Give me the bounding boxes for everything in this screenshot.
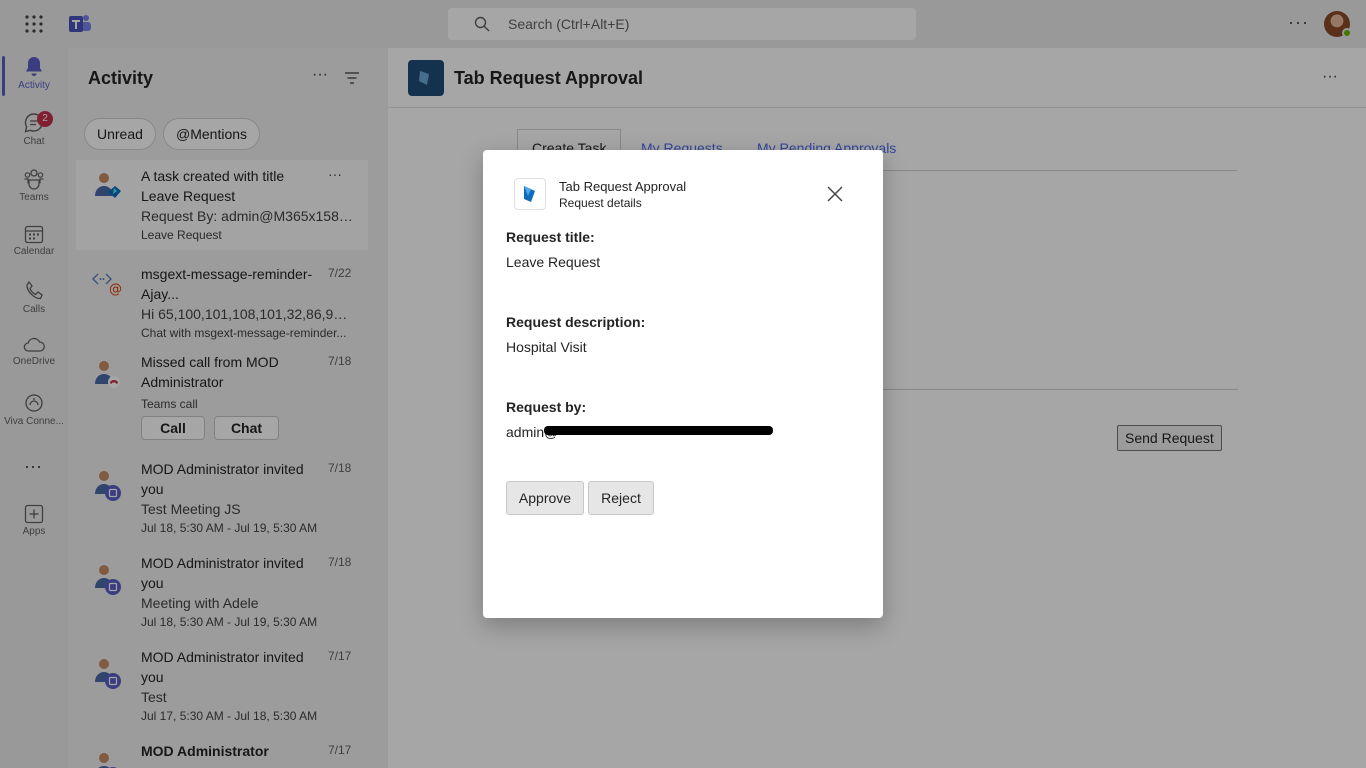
close-icon[interactable] <box>825 184 845 204</box>
request-by-label: Request by: <box>506 399 587 415</box>
request-title-value: Leave Request <box>506 254 601 270</box>
request-details-dialog: Tab Request Approval Request details Req… <box>483 150 883 618</box>
dialog-app-icon <box>514 178 546 210</box>
request-description-label: Request description: <box>506 314 646 330</box>
redaction-bar <box>544 426 773 435</box>
approval-app-icon <box>524 186 535 202</box>
approve-button[interactable]: Approve <box>506 481 584 515</box>
reject-button[interactable]: Reject <box>588 481 654 515</box>
request-description-value: Hospital Visit <box>506 339 587 355</box>
request-title-label: Request title: <box>506 229 595 245</box>
dialog-app-name: Tab Request Approval <box>559 179 687 194</box>
dialog-subtitle: Request details <box>559 196 642 210</box>
